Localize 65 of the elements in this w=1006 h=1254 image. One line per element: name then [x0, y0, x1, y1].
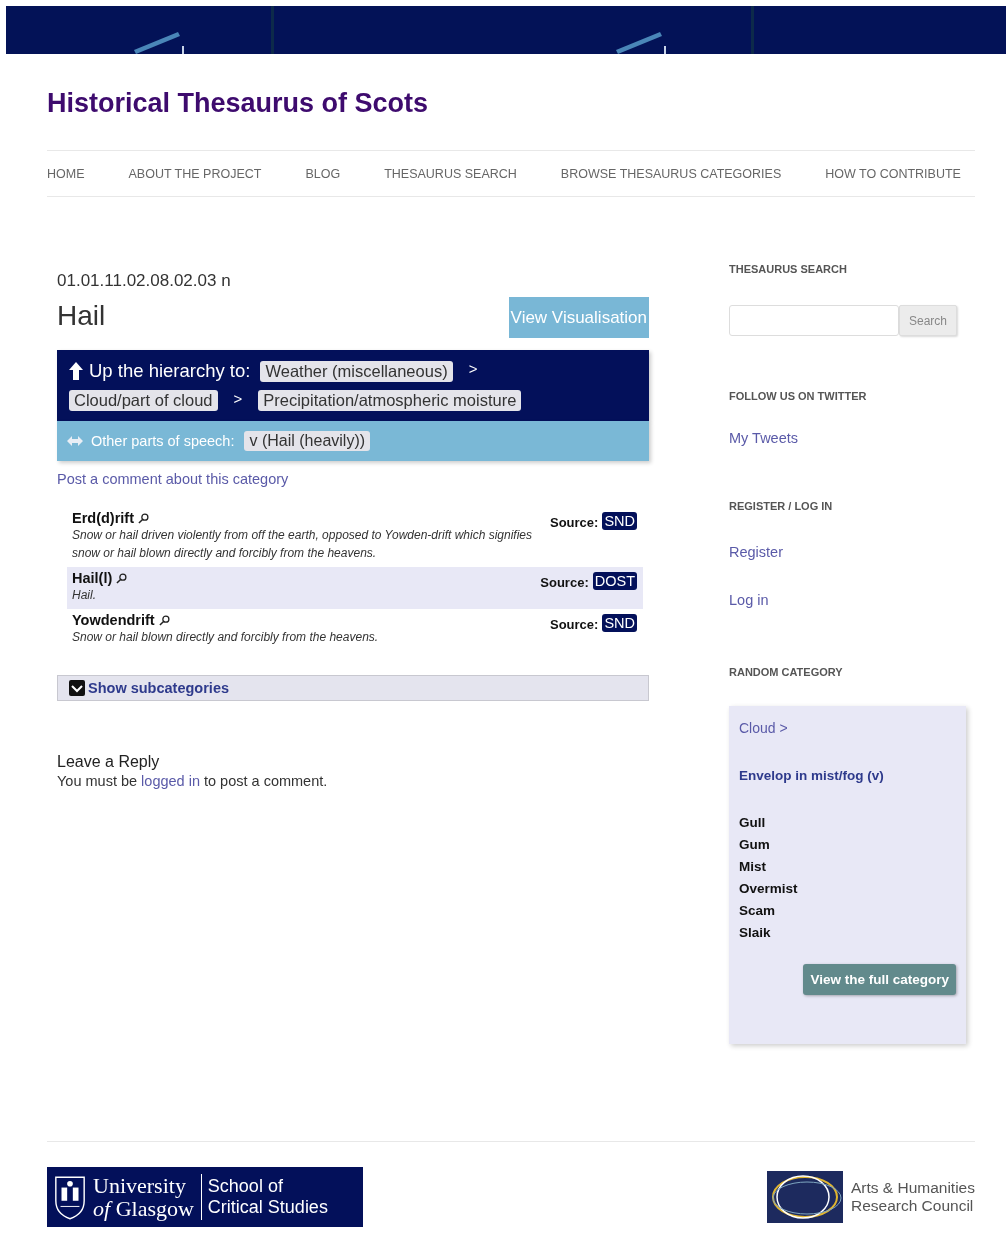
category-code: 01.01.11.02.08.02.03 n: [57, 271, 232, 291]
word-title[interactable]: Yowdendrift: [72, 612, 155, 628]
twitter-link[interactable]: My Tweets: [729, 430, 975, 446]
account-link[interactable]: Register: [729, 544, 975, 560]
comment-link[interactable]: Post a comment about this category: [57, 471, 649, 487]
logo-text: University: [93, 1174, 187, 1197]
search-icon[interactable]: [138, 512, 149, 524]
source-label: Source:: [549, 515, 599, 530]
category-title: Hail: [57, 300, 106, 333]
nav-link[interactable]: HOW TO CONTRIBUTE: [825, 166, 961, 181]
account-link[interactable]: Log in: [729, 592, 975, 608]
nav-link[interactable]: BROWSE THESAURUS CATEGORIES: [560, 166, 782, 181]
parent-category-link[interactable]: Cloud >: [739, 720, 956, 736]
logo-text: School of: [207, 1176, 284, 1197]
nav-link[interactable]: ABOUT THE PROJECT: [128, 166, 262, 181]
word-item: Gull: [739, 815, 767, 830]
source-label: Source:: [549, 617, 599, 632]
subcategories-toggle[interactable]: Show subcategories: [57, 675, 649, 701]
word-definition: Snow or hail driven violently from off the earth, opposed to Yowden-drift which signifies snow or hail blown directly and forcibly from the heavens.: [72, 527, 534, 562]
ahrc-logo-icon: [766, 1171, 843, 1223]
nav-link[interactable]: THESAURUS SEARCH: [384, 166, 517, 181]
search-field[interactable]: [729, 305, 899, 336]
source-link[interactable]: SND: [602, 512, 637, 530]
word-title[interactable]: Hail(l): [72, 570, 113, 586]
nav-link[interactable]: HOME: [47, 166, 85, 181]
up-arrow-icon: [69, 362, 83, 380]
hierarchy-label: Up the hierarchy to:: [89, 360, 251, 382]
hierarchy-link[interactable]: Cloud/part of cloud: [69, 390, 218, 411]
word-title[interactable]: Erd(d)rift: [72, 510, 134, 526]
widget-heading: FOLLOW US ON TWITTER: [729, 390, 868, 402]
separator: >: [233, 390, 243, 407]
widget-heading: RANDOM CATEGORY: [729, 666, 844, 678]
source-link[interactable]: DOST: [592, 572, 637, 590]
word-item: Scam: [739, 903, 777, 918]
logo-text: of Glasgow: [93, 1197, 194, 1220]
word-item: Mist: [739, 859, 767, 874]
login-prompt: You must be logged in to post a comment.: [57, 773, 329, 789]
chevron-icon: [69, 680, 85, 696]
university-logo[interactable]: University of Glasgow School of Critical Studies: [47, 1167, 363, 1227]
widget-heading: THESAURUS SEARCH: [729, 263, 848, 275]
word-item: Overmist: [739, 881, 799, 896]
parts-of-speech-label: Other parts of speech:: [91, 433, 235, 449]
view-category-button[interactable]: View the full category: [803, 964, 956, 995]
word-definition: Snow or hail blown directly and forcibly from the heavens.: [72, 629, 379, 646]
search-icon[interactable]: [158, 614, 170, 626]
logo-text: Arts & Humanities: [850, 1179, 975, 1197]
nav-link[interactable]: BLOG: [305, 166, 341, 181]
separator: >: [468, 360, 478, 377]
logo-text: Research Council: [850, 1197, 975, 1215]
double-arrow-icon: [67, 436, 83, 446]
login-link[interactable]: logged in: [141, 773, 200, 789]
widget-heading: REGISTER / LOG IN: [729, 500, 834, 512]
hierarchy-link[interactable]: Weather (miscellaneous): [260, 360, 453, 382]
logo-text: Critical Studies: [207, 1197, 328, 1218]
source-link[interactable]: SND: [602, 614, 637, 632]
search-icon[interactable]: [116, 572, 128, 584]
word-item: Slaik: [739, 925, 772, 940]
word-item: Gum: [739, 837, 771, 852]
hierarchy-link[interactable]: Precipitation/atmospheric moisture: [258, 390, 522, 411]
reply-heading: Leave a Reply: [57, 753, 161, 771]
category-link[interactable]: Envelop in mist/fog (v): [739, 768, 956, 783]
part-of-speech-link[interactable]: v (Hail (heavily)): [244, 431, 371, 451]
site-title[interactable]: Historical Thesaurus of Scots: [47, 88, 975, 118]
word-definition: Hail.: [72, 587, 97, 604]
source-label: Source:: [540, 575, 589, 590]
